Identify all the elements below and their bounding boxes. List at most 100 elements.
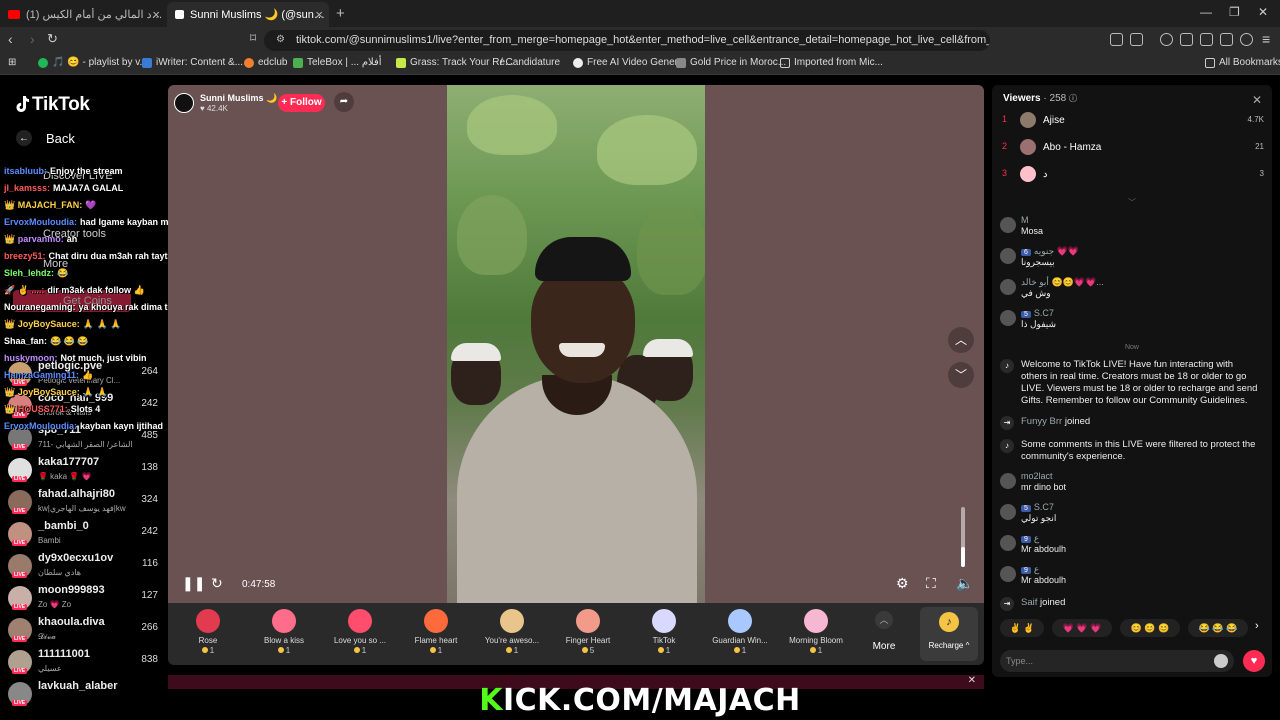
close-window-icon[interactable]: ✕: [1258, 5, 1268, 19]
comment-user[interactable]: mo2lact: [1021, 471, 1053, 481]
bookmark-item[interactable]: iWriter: Content &...: [142, 57, 243, 68]
recommended-live-item[interactable]: LIVE kaka177707 🌹 kaka 🌹 💗 138: [8, 454, 164, 486]
comment-username[interactable]: ع: [1034, 564, 1039, 574]
host-info[interactable]: Sunni Muslims 🌙 ♥ 42.4K: [174, 91, 277, 115]
reaction-button[interactable]: 😊 😊 😊: [1120, 619, 1180, 637]
comment-user[interactable]: 9ع: [1021, 533, 1039, 544]
top-viewer-row[interactable]: 1 Ajise 4.7K: [1002, 111, 1264, 131]
comment-username[interactable]: S.C7: [1034, 308, 1054, 318]
recharge-button[interactable]: ♪ Recharge ^: [920, 607, 978, 661]
gift-item[interactable]: Love you so ... 1: [324, 607, 396, 663]
recommended-live-item[interactable]: LIVE khaoula.diva 𝓓𝓲𝓿𝓪 266: [8, 614, 164, 646]
menu-icon[interactable]: ≡: [1262, 31, 1270, 47]
close-icon[interactable]: ✕: [1252, 93, 1262, 107]
gift-item[interactable]: Finger Heart 5: [552, 607, 624, 663]
viewer-name[interactable]: د: [1043, 169, 1047, 180]
bookmark-item[interactable]: TeleBox | ... أفلام: [293, 57, 382, 68]
back-arrow-icon[interactable]: ‹: [8, 31, 13, 47]
comment-username[interactable]: أبو خالد 😊😊💗💗...: [1021, 277, 1104, 287]
site-info-icon[interactable]: ⚙: [276, 34, 285, 45]
live-username[interactable]: moon999893: [38, 584, 105, 596]
comment-username[interactable]: M: [1021, 215, 1029, 225]
ai-icon[interactable]: [1220, 33, 1233, 46]
live-username[interactable]: khaoula.diva: [38, 616, 105, 628]
host-name[interactable]: Sunni Muslims 🌙: [200, 93, 277, 104]
recommended-live-item[interactable]: LIVE dy9x0ecxu1ov هادي سلطان 116: [8, 550, 164, 582]
comment-input[interactable]: Type...: [1000, 650, 1234, 672]
emoji-icon[interactable]: [1214, 654, 1228, 668]
comment-user[interactable]: M: [1021, 215, 1029, 225]
avatar[interactable]: [1000, 248, 1016, 264]
url-field[interactable]: tiktok.com/@sunnimuslims1/live?enter_fro…: [264, 30, 990, 51]
gift-item[interactable]: Guardian Win... 1: [704, 607, 776, 663]
avatar[interactable]: [1000, 310, 1016, 326]
avatar[interactable]: [1000, 504, 1016, 520]
comment-username[interactable]: S.C7: [1034, 502, 1054, 512]
volume-icon[interactable]: 🔈: [956, 575, 973, 592]
gift-item[interactable]: Flame heart 1: [400, 607, 472, 663]
avatar[interactable]: [1000, 279, 1016, 295]
gift-item[interactable]: TikTok 1: [628, 607, 700, 663]
avatar[interactable]: [1000, 473, 1016, 489]
bookmark-item[interactable]: Grass: Track Your Re...: [396, 57, 513, 68]
gift-item[interactable]: Blow a kiss 1: [248, 607, 320, 663]
forward-arrow-icon[interactable]: ›: [30, 31, 35, 47]
comment-user[interactable]: 5 S.C7: [1021, 308, 1054, 318]
recommended-live-item[interactable]: LIVE moon999893 Zo 💗 Zo 127: [8, 582, 164, 614]
viewer-name[interactable]: Ajise: [1043, 115, 1065, 126]
pause-icon[interactable]: ❚❚: [182, 575, 205, 592]
follow-button[interactable]: + Follow: [278, 94, 325, 112]
apps-icon[interactable]: ⊞: [8, 57, 16, 68]
bookmark-item[interactable]: / Candidature: [500, 57, 560, 68]
viewer-name[interactable]: Abo - Hamza: [1043, 142, 1101, 153]
reaction-button[interactable]: ✌ ✌: [1000, 619, 1044, 637]
live-video[interactable]: [447, 85, 705, 603]
avatar[interactable]: [1000, 535, 1016, 551]
avatar[interactable]: [1020, 166, 1036, 182]
gift-item[interactable]: Rose 1: [172, 607, 244, 663]
chevron-down-icon[interactable]: ﹀: [948, 362, 974, 388]
refresh-icon[interactable]: ↻: [211, 575, 223, 592]
media-icon[interactable]: [1160, 33, 1173, 46]
live-username[interactable]: dy9x0ecxu1ov: [38, 552, 113, 564]
close-tab-icon[interactable]: ×: [315, 7, 323, 22]
all-bookmarks[interactable]: All Bookmarks: [1205, 57, 1280, 68]
fullscreen-icon[interactable]: ⛶: [926, 575, 936, 592]
new-tab-icon[interactable]: +: [336, 5, 345, 22]
avatar[interactable]: [1020, 139, 1036, 155]
comment-user[interactable]: أبو خالد 😊😊💗💗...: [1021, 277, 1104, 288]
comment-user[interactable]: 5 S.C7: [1021, 502, 1054, 512]
bookmark-item[interactable]: Gold Price in Moroc...: [676, 57, 786, 68]
wallet-icon[interactable]: [1200, 33, 1213, 46]
bookmark-folder[interactable]: Imported from Mic...: [780, 57, 883, 68]
bookmark-icon[interactable]: ⌑: [250, 31, 256, 45]
recommended-live-item[interactable]: LIVE 111111001 عسيلي 838: [8, 646, 164, 678]
comment-username[interactable]: mo2lact: [1021, 471, 1053, 481]
recommended-live-item[interactable]: LIVE _bambi_0 Bambi 242: [8, 518, 164, 550]
avatar[interactable]: [1020, 112, 1036, 128]
gift-item[interactable]: Morning Bloom 1: [780, 607, 852, 663]
extension-icon[interactable]: [1110, 33, 1123, 46]
bookmark-item[interactable]: 🎵 😊 - playlist by v...: [38, 57, 148, 68]
bookmark-item[interactable]: edclub: [244, 57, 287, 68]
live-player[interactable]: Sunni Muslims 🌙 ♥ 42.4K + Follow ➦ ︿ ﹀ ❚…: [168, 85, 984, 603]
chevron-right-icon[interactable]: ›: [1255, 620, 1259, 632]
live-username[interactable]: 111111001: [38, 648, 90, 660]
minimize-icon[interactable]: —: [1200, 5, 1212, 19]
extension-icon[interactable]: [1130, 33, 1143, 46]
share-icon[interactable]: ➦: [334, 92, 354, 112]
recommended-live-item[interactable]: LIVE fahad.alhajri80 kw|فهد يوسف الهاجري|k…: [8, 486, 164, 518]
live-username[interactable]: fahad.alhajri80: [38, 488, 115, 500]
sidebar-icon[interactable]: [1180, 33, 1193, 46]
restore-icon[interactable]: ❐: [1229, 5, 1240, 19]
avatar[interactable]: [1000, 217, 1016, 233]
vpn-icon[interactable]: [1240, 33, 1253, 46]
comment-username[interactable]: ع: [1034, 533, 1039, 543]
top-viewer-row[interactable]: 3 د 3: [1002, 165, 1264, 185]
more-gifts-button[interactable]: ︿ More: [870, 611, 898, 652]
avatar[interactable]: [1000, 566, 1016, 582]
reload-icon[interactable]: ↻: [47, 31, 58, 47]
live-username[interactable]: _bambi_0: [38, 520, 89, 532]
comment-user[interactable]: 6 جنويه 💗💗: [1021, 246, 1079, 257]
gift-item[interactable]: You're aweso... 1: [476, 607, 548, 663]
